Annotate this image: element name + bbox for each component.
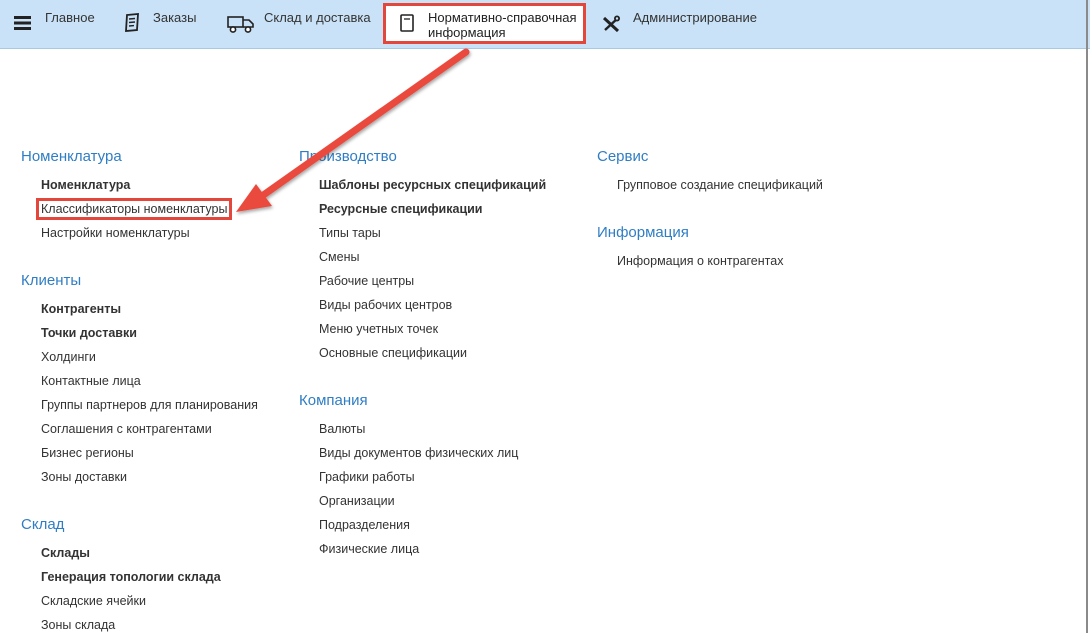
annotation-arrow [236,48,470,212]
